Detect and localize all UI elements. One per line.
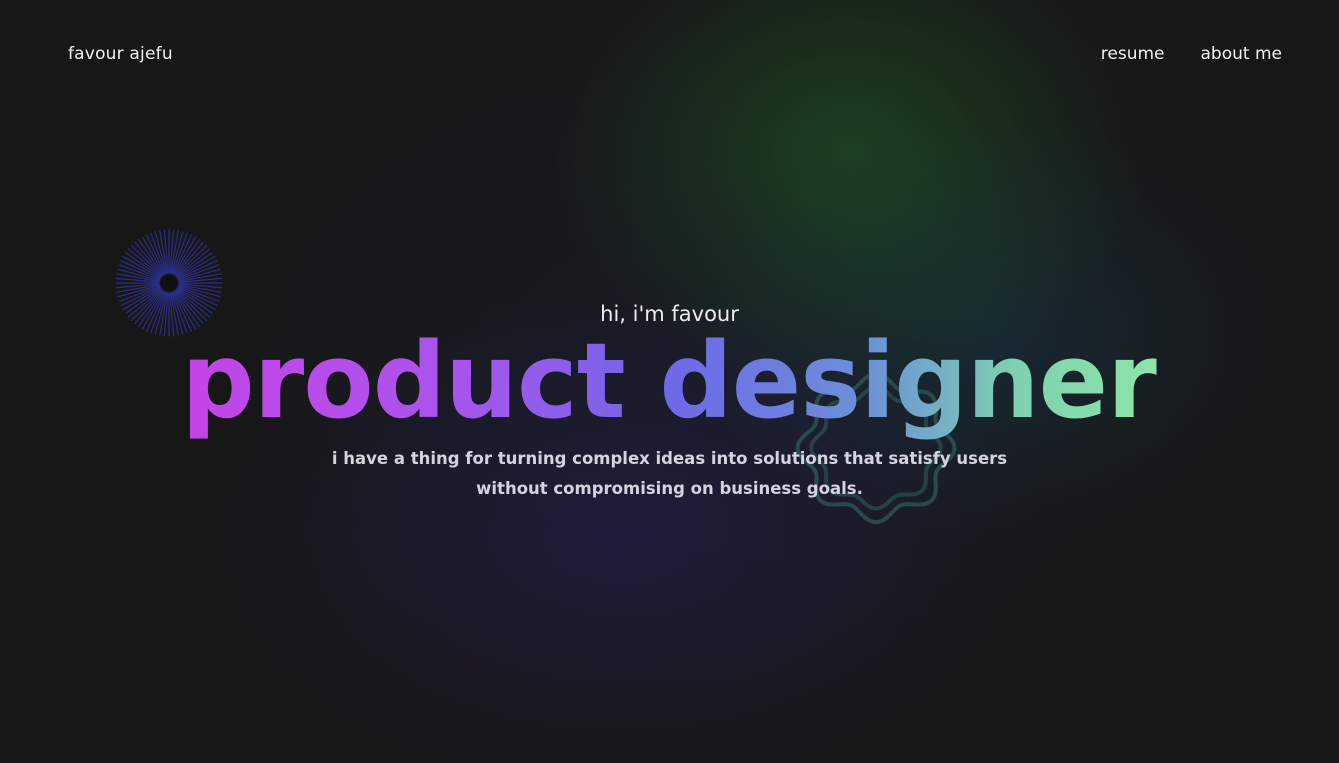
brand-link[interactable]: favour ajefu	[68, 44, 173, 64]
hero-headline: product designer	[0, 318, 1339, 444]
top-nav: favour ajefu resume about me	[0, 44, 1339, 70]
hero-tagline-text: i have a thing for turning complex ideas…	[331, 449, 1008, 498]
hero-tagline: i have a thing for turning complex ideas…	[0, 444, 1339, 504]
nav-links: resume about me	[1101, 44, 1282, 64]
nav-link-about-me[interactable]: about me	[1201, 44, 1282, 64]
hero-headline-text: product designer	[181, 320, 1158, 442]
nav-link-resume[interactable]: resume	[1101, 44, 1165, 64]
